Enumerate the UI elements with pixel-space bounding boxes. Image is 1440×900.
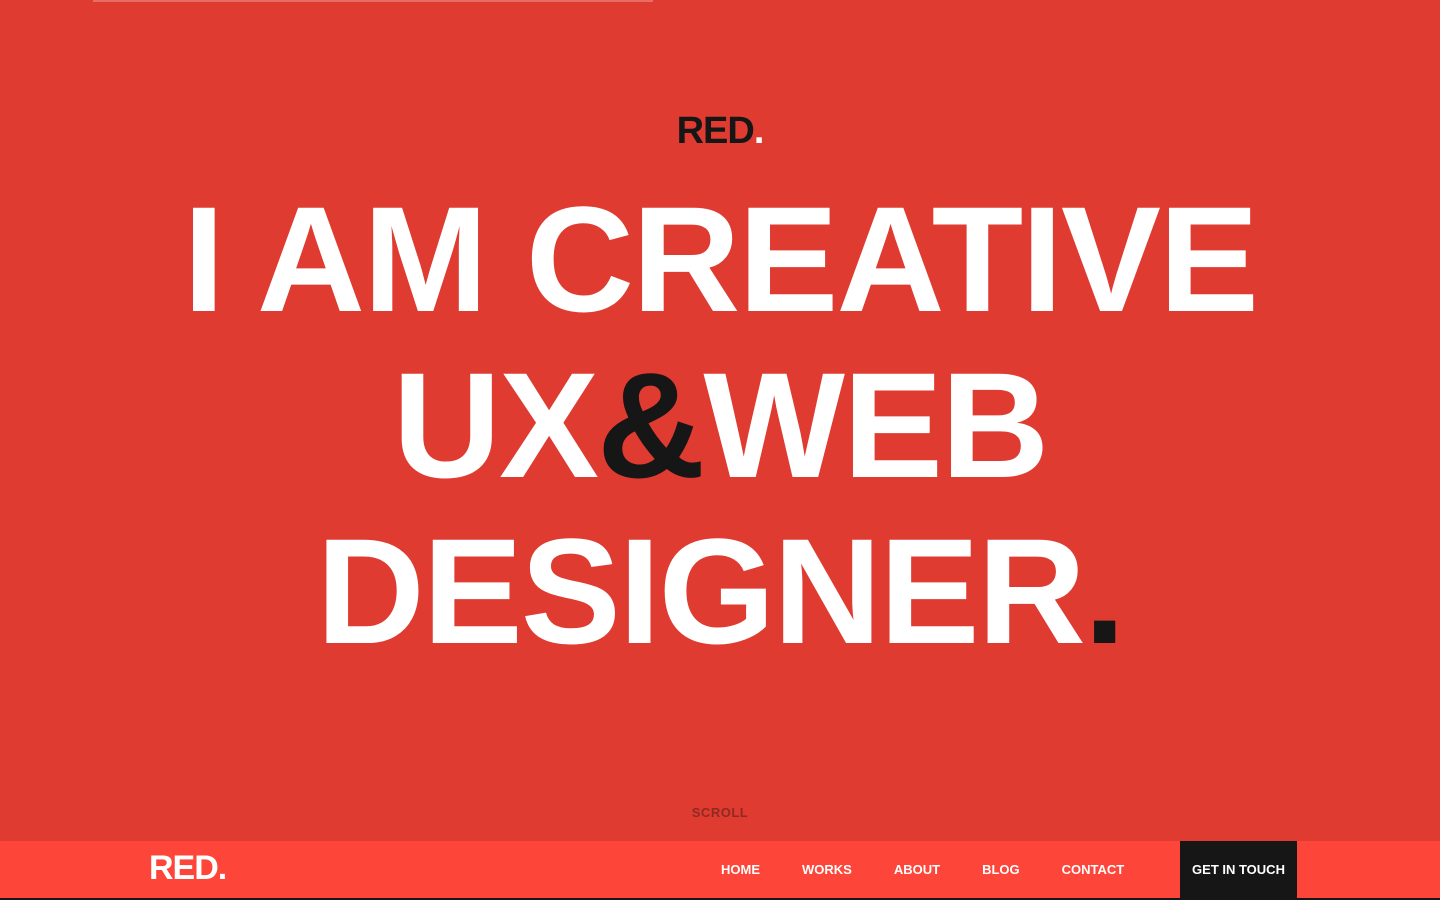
hero-logo-dot: . — [753, 110, 765, 152]
nav-link-about[interactable]: ABOUT — [885, 858, 949, 881]
scroll-indicator[interactable]: SCROLL — [0, 805, 1440, 820]
nav-link-contact[interactable]: CONTACT — [1053, 858, 1134, 881]
hero-logo-text: RED — [676, 110, 755, 152]
headline-web: WEB — [703, 341, 1049, 509]
main-navbar: RED. HOME WORKS ABOUT BLOG CONTACT GET I… — [0, 841, 1440, 900]
nav-link-works[interactable]: WORKS — [793, 858, 861, 881]
headline-dot: . — [1083, 507, 1126, 675]
hero-headline: I AM CREATIVE UX&WEB DESIGNER. — [0, 176, 1440, 674]
nav-link-blog[interactable]: BLOG — [973, 858, 1029, 881]
hero-logo: RED. — [0, 112, 1440, 150]
headline-line-2: UX&WEB — [0, 342, 1440, 508]
headline-line-3: DESIGNER. — [0, 508, 1440, 674]
headline-line-1: I AM CREATIVE — [182, 175, 1259, 343]
headline-designer: DESIGNER — [316, 507, 1085, 675]
nav-link-home[interactable]: HOME — [712, 858, 769, 881]
navbar-logo[interactable]: RED. — [149, 849, 228, 887]
hero-section: RED. I AM CREATIVE UX&WEB DESIGNER. SCRO… — [0, 0, 1440, 840]
headline-ampersand: & — [597, 341, 705, 509]
get-in-touch-button[interactable]: GET IN TOUCH — [1180, 841, 1297, 898]
navbar-logo-text: RED — [149, 849, 219, 887]
headline-ux: UX — [392, 341, 599, 509]
navbar-logo-dot: . — [217, 849, 228, 887]
nav-links: HOME WORKS ABOUT BLOG CONTACT — [700, 841, 1145, 898]
